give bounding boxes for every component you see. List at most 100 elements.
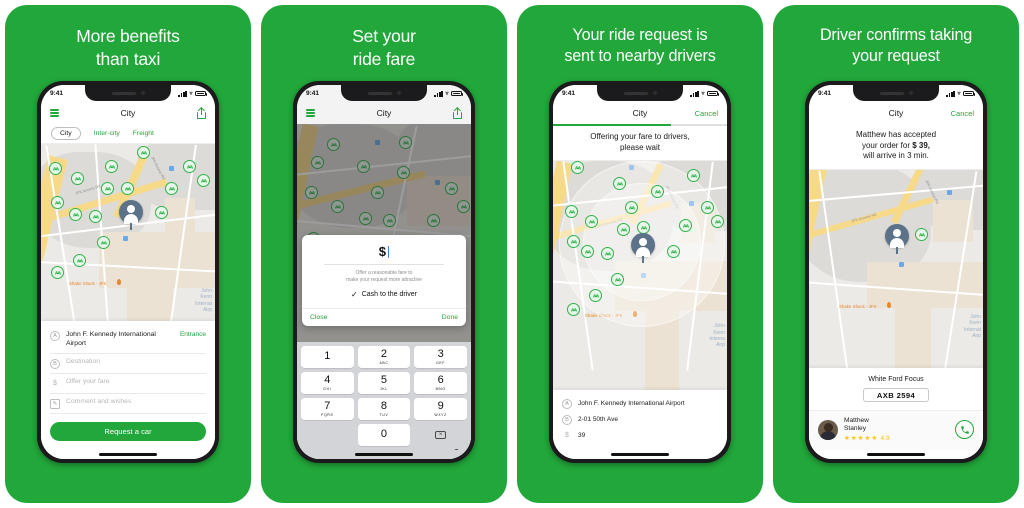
panel-1-title: More benefits than taxi [70, 5, 185, 75]
status-time: 9:41 [562, 90, 576, 97]
tab-inter-city[interactable]: Inter-city [94, 130, 120, 137]
panel-more-benefits: More benefits than taxi 9:41 ▿ City City… [5, 5, 251, 503]
key-7[interactable]: 7 PQRS [301, 398, 354, 420]
cancel-button[interactable]: Cancel [951, 109, 974, 118]
battery-icon [451, 90, 464, 97]
car-model: White Ford Focus [868, 376, 924, 384]
tab-city[interactable]: City [51, 126, 81, 141]
driver-car-marker[interactable] [371, 186, 384, 199]
call-driver-button[interactable] [955, 420, 974, 440]
summary-pickup-row: A John F. Kennedy International Airport [562, 396, 718, 412]
accept-line1: Matthew has accepted [855, 130, 937, 139]
key-2[interactable]: 2 ABC [357, 346, 411, 368]
panel-driver-confirms: Driver confirms taking your request 9:41… [773, 5, 1019, 503]
driver-car-marker[interactable] [49, 162, 62, 175]
pickup-field[interactable]: A John F. Kennedy International Airport … [50, 327, 206, 354]
driver-car-marker[interactable] [305, 186, 318, 199]
driver-car-marker[interactable] [311, 156, 324, 169]
key-6[interactable]: 6 MNO [414, 372, 467, 394]
map-view-4[interactable]: JFK Access Rd JFK Access Rd Shake Shack … [809, 170, 983, 369]
driver-car-marker[interactable] [427, 214, 440, 227]
done-button[interactable]: Done [442, 314, 458, 321]
nav-bar: City [41, 102, 215, 124]
driver-car-marker[interactable] [105, 160, 118, 173]
comment-field[interactable]: ✎ Comment and wishes [50, 394, 206, 414]
driver-avatar [818, 419, 838, 440]
cancel-button[interactable]: Cancel [695, 109, 718, 118]
battery-icon [963, 90, 976, 97]
driver-car-marker[interactable] [383, 214, 396, 227]
panel-2-title-line2: ride fare [352, 49, 416, 70]
phone-notch [853, 85, 939, 101]
driver-car-marker[interactable] [457, 200, 470, 213]
key-9[interactable]: 9 WXYZ [414, 398, 467, 420]
panel-3-title: Your ride request is sent to nearby driv… [558, 5, 721, 75]
user-location-pin [631, 233, 655, 264]
driver-car-marker[interactable] [71, 172, 84, 185]
driver-car-marker[interactable] [51, 196, 64, 209]
accept-line2-prefix: your order for [861, 140, 913, 150]
panel-2-title: Set your ride fare [346, 5, 422, 75]
phone-mockup-2: 9:41 ▿ City $ Offer a reasonable fare to… [293, 81, 475, 463]
nav-bar: City Cancel [553, 102, 727, 124]
key-1[interactable]: 1 [301, 346, 354, 368]
driver-car-marker[interactable] [567, 303, 580, 317]
driver-car-marker[interactable] [97, 236, 110, 249]
license-plate: AXB 2594 [863, 388, 929, 403]
map-building-marker [947, 190, 952, 195]
hamburger-menu-icon[interactable] [50, 109, 59, 117]
driver-car-marker[interactable] [183, 160, 196, 173]
cash-to-driver-option[interactable]: ✓ Cash to the driver [302, 290, 466, 308]
share-icon[interactable] [197, 107, 206, 119]
driver-car-marker[interactable] [165, 182, 178, 195]
driver-accepted-banner: Matthew has accepted your order for $ 39… [809, 124, 983, 171]
status-time: 9:41 [818, 90, 832, 97]
driver-car-marker[interactable] [89, 210, 102, 223]
request-a-car-button[interactable]: Request a car [50, 422, 206, 441]
map-view-3[interactable]: JFK Access Rd JFK Access Rd Shake Shack … [553, 161, 727, 390]
home-indicator [809, 450, 983, 459]
driver-car-marker[interactable] [357, 160, 370, 173]
driver-car-marker[interactable] [397, 166, 410, 179]
signal-icon [690, 90, 699, 97]
tab-freight[interactable]: Freight [133, 130, 154, 137]
accept-line3: will arrive in 3 min. [863, 151, 929, 161]
map-view-1[interactable]: JFK Access Rd JFK Access Rd Shake Shack … [41, 144, 215, 321]
driver-car-marker[interactable] [155, 206, 168, 219]
key-4[interactable]: 4 GHI [301, 372, 354, 394]
destination-field[interactable]: B Destination [50, 354, 206, 374]
fare-amount-display[interactable]: $ [302, 235, 466, 264]
backspace-key[interactable] [414, 424, 467, 446]
driver-car-marker[interactable] [445, 182, 458, 195]
driver-car-marker[interactable] [359, 212, 372, 225]
driver-car-marker[interactable] [331, 200, 344, 213]
summary-destination: 2-01 50th Ave [578, 415, 618, 423]
driver-car-marker[interactable] [121, 182, 134, 195]
pickup-value: John F. Kennedy International Airport [66, 330, 156, 347]
nav-bar: City [297, 102, 471, 124]
phone-notch [597, 85, 683, 101]
entrance-link[interactable]: Entrance [180, 331, 206, 338]
fare-field[interactable]: $ Offer your fare [50, 374, 206, 394]
driver-car-marker[interactable] [101, 182, 114, 195]
map-airport-label: John Kenn Interna Airp [709, 323, 725, 349]
driver-car-marker[interactable] [73, 254, 86, 267]
point-a-icon: A [562, 399, 572, 410]
trip-summary: A John F. Kennedy International Airport … [553, 389, 727, 450]
driver-car-marker[interactable] [137, 146, 150, 159]
driver-car-marker[interactable] [51, 266, 64, 279]
share-icon[interactable] [453, 107, 462, 119]
status-time: 9:41 [306, 90, 320, 97]
close-button[interactable]: Close [310, 314, 327, 321]
hamburger-menu-icon[interactable] [306, 109, 315, 117]
key-0[interactable]: 0 [357, 424, 411, 446]
driver-car-marker[interactable] [399, 136, 412, 149]
driver-car-marker[interactable] [69, 208, 82, 221]
key-8[interactable]: 8 TUV [357, 398, 411, 420]
searching-banner-line2: please wait [619, 142, 661, 152]
key-5[interactable]: 5 JKL [357, 372, 411, 394]
key-3[interactable]: 3 DEF [414, 346, 467, 368]
driver-car-marker[interactable] [197, 174, 210, 187]
fare-hint: Offer a reasonable fare to make your req… [302, 265, 466, 291]
driver-car-marker[interactable] [327, 138, 340, 151]
